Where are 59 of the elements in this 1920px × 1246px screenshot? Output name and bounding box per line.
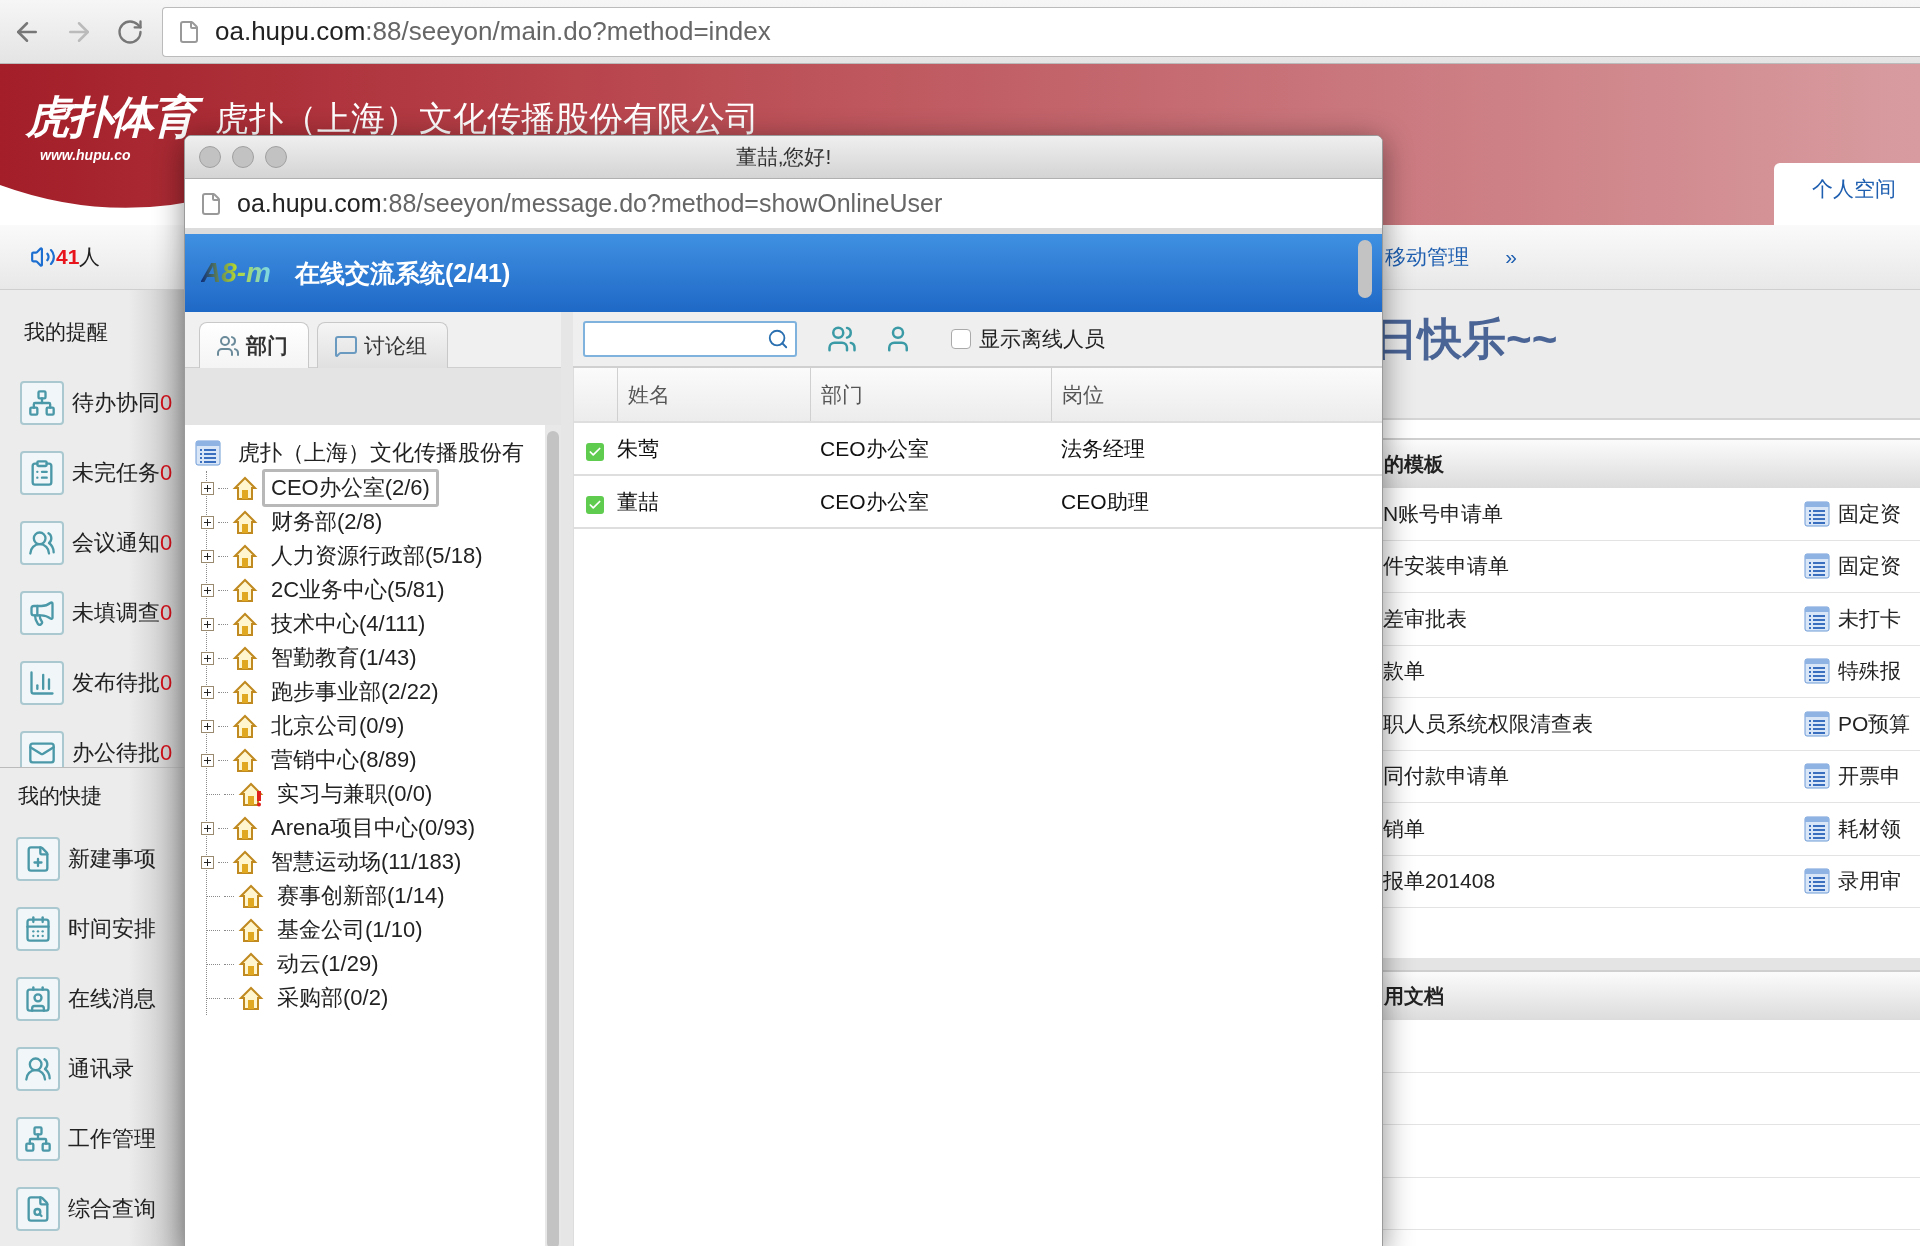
template-link[interactable]: 报单201408 xyxy=(1383,867,1804,896)
sidebar-item[interactable]: 未填调查0 xyxy=(72,598,173,628)
panel-title: 的模板 xyxy=(1384,451,1444,477)
tab[interactable]: 部门 xyxy=(199,322,309,368)
sidebar-item[interactable]: 发布待批0 xyxy=(72,668,173,698)
sidebar-item[interactable]: 时间安排 xyxy=(68,914,156,944)
sidebar-item[interactable]: 新建事项 xyxy=(68,844,156,874)
section-title: 我的提醒 xyxy=(23,319,109,345)
sidebar-item[interactable]: 待办协同0 xyxy=(72,388,173,418)
online-count: 41 xyxy=(56,245,80,269)
template-link[interactable]: 同付款申请单 xyxy=(1383,762,1804,791)
app-title: 在线交流系统(2/41) xyxy=(295,257,511,289)
header-tab[interactable]: 个人空间 xyxy=(1774,163,1920,225)
column-header[interactable]: 部门 xyxy=(810,368,1051,421)
url-text: oa.hupu.com:88/seeyon/message.do?method=showOnlineUser xyxy=(237,189,943,218)
table-cell-text: 朱莺 xyxy=(617,435,660,462)
sidebar-item[interactable]: 在线消息 xyxy=(68,984,156,1014)
tree-root[interactable]: 虎扑（上海）文化传播股份有 xyxy=(229,434,533,472)
template-link[interactable]: 职人员系统权限清查表 xyxy=(1383,709,1804,738)
address-bar[interactable]: oa.hupu.com:88/seeyon/main.do?method=index xyxy=(162,6,1920,57)
template-link[interactable]: 未打卡 xyxy=(1838,604,1920,633)
template-link[interactable]: 开票申 xyxy=(1838,762,1920,791)
sidebar-item[interactable]: 综合查询 xyxy=(68,1194,156,1224)
panel-title: 用文档 xyxy=(1384,983,1444,1009)
table-cell-text: 法务经理 xyxy=(1060,435,1146,462)
sidebar-item[interactable]: 办公待批0 xyxy=(72,738,173,767)
template-link[interactable]: N账号申请单 xyxy=(1383,499,1804,528)
template-link[interactable]: 销单 xyxy=(1383,814,1804,843)
template-link[interactable]: 录用审 xyxy=(1838,867,1920,896)
company-name: 虎扑（上海）文化传播股份有限公司 xyxy=(215,98,759,139)
sidebar-item[interactable]: 工作管理 xyxy=(68,1124,156,1154)
sidebar-item[interactable]: 通讯录 xyxy=(68,1054,134,1084)
url-text: oa.hupu.com:88/seeyon/main.do?method=index xyxy=(215,16,771,47)
template-link[interactable]: PO预算 xyxy=(1838,709,1920,738)
sidebar-item[interactable]: 未完任务0 xyxy=(72,458,173,488)
checkbox-label[interactable]: 显示离线人员 xyxy=(979,325,1105,353)
table-cell-text: CEO办公室 xyxy=(819,488,930,515)
table-cell-text: 董喆 xyxy=(617,488,660,515)
column-header[interactable]: 姓名 xyxy=(617,368,810,421)
template-link[interactable]: 差审批表 xyxy=(1383,604,1804,633)
table-cell-text: CEO助理 xyxy=(1060,488,1150,515)
logo: 虎扑体育 xyxy=(26,88,215,147)
more-link[interactable]: » xyxy=(1505,245,1518,269)
section-title: 我的快捷 xyxy=(17,783,103,809)
tab[interactable]: 讨论组 xyxy=(317,322,448,368)
tree-item[interactable]: CEO办公室(2/6) xyxy=(262,469,439,507)
logo-url: www.hupu.co xyxy=(39,147,131,163)
table-cell-text: CEO办公室 xyxy=(819,435,930,462)
online-unit: 人 xyxy=(79,244,101,270)
nav-link[interactable]: 移动管理 xyxy=(1385,243,1470,271)
window-title: 董喆,您好! xyxy=(735,144,832,170)
column-header[interactable]: 岗位 xyxy=(1051,368,1382,421)
template-link[interactable]: 耗材领 xyxy=(1838,814,1920,843)
template-link[interactable]: 特殊报 xyxy=(1838,657,1920,686)
template-link[interactable]: 固定资 xyxy=(1838,499,1920,528)
sidebar-item[interactable]: 会议通知0 xyxy=(72,528,173,558)
template-link[interactable]: 款单 xyxy=(1383,657,1804,686)
template-link[interactable]: 件安装申请单 xyxy=(1383,552,1804,581)
template-link[interactable]: 固定资 xyxy=(1838,552,1920,581)
